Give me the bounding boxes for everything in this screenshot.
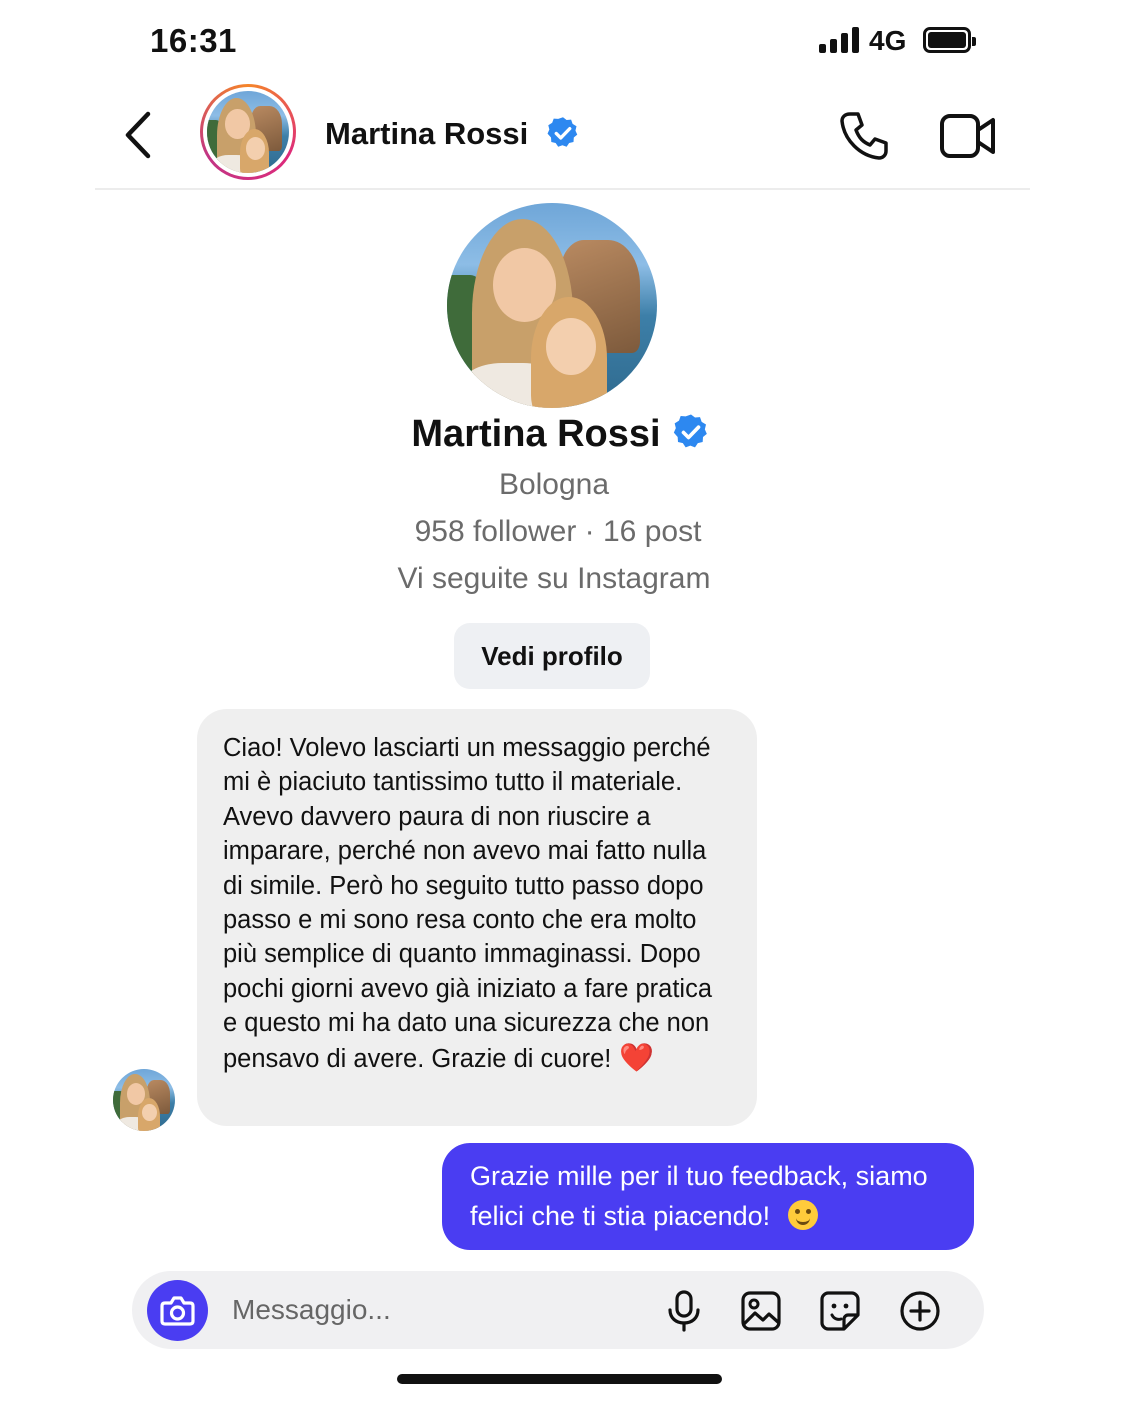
message-text: Grazie mille per il tuo feedback, siamo … bbox=[470, 1161, 928, 1231]
network-label: 4G bbox=[869, 25, 907, 56]
battery-icon bbox=[923, 27, 976, 53]
incoming-message[interactable]: Ciao! Volevo lasciarti un messaggio perc… bbox=[197, 709, 757, 1126]
profile-city: Bologna bbox=[498, 468, 610, 501]
verified-badge-icon bbox=[547, 117, 578, 147]
avatar-photo bbox=[447, 203, 657, 408]
heart-emoji: ❤️ bbox=[619, 1041, 655, 1073]
header-name[interactable]: Martina Rossi bbox=[325, 116, 528, 152]
header-divider bbox=[95, 188, 1030, 190]
home-indicator[interactable] bbox=[397, 1374, 722, 1384]
status-bar: 16:31 4G bbox=[0, 0, 1122, 80]
profile-stats: 958 follower · 16 post bbox=[414, 515, 702, 548]
avatar-photo bbox=[207, 91, 289, 173]
profile-name-row: Martina Rossi bbox=[0, 413, 1122, 456]
video-call-icon[interactable] bbox=[938, 110, 998, 162]
profile-mutual-follow: Vi seguite su Instagram bbox=[397, 562, 711, 595]
verified-badge-icon bbox=[673, 414, 707, 448]
message-text: Ciao! Volevo lasciarti un messaggio perc… bbox=[223, 734, 713, 1073]
microphone-icon[interactable] bbox=[662, 1289, 706, 1333]
phone-icon[interactable] bbox=[836, 108, 892, 164]
sticker-icon[interactable] bbox=[818, 1289, 862, 1333]
camera-icon bbox=[160, 1296, 195, 1326]
back-icon[interactable] bbox=[118, 110, 158, 160]
message-composer bbox=[132, 1271, 984, 1349]
smiley-emoji-icon bbox=[788, 1200, 819, 1230]
message-input[interactable] bbox=[232, 1285, 642, 1335]
camera-button[interactable] bbox=[147, 1280, 208, 1341]
add-icon[interactable] bbox=[898, 1289, 942, 1333]
header-avatar[interactable] bbox=[200, 84, 296, 180]
view-profile-button[interactable]: Vedi profilo bbox=[454, 623, 650, 689]
avatar-photo bbox=[113, 1069, 175, 1131]
status-time: 16:31 bbox=[150, 22, 237, 59]
profile-avatar[interactable] bbox=[447, 203, 657, 408]
outgoing-message[interactable]: Grazie mille per il tuo feedback, siamo … bbox=[442, 1143, 974, 1250]
gallery-icon[interactable] bbox=[739, 1289, 783, 1333]
signal-icon bbox=[819, 27, 861, 53]
profile-name: Martina Rossi bbox=[411, 413, 661, 455]
chat-header: Martina Rossi bbox=[0, 80, 1122, 190]
sender-avatar[interactable] bbox=[113, 1069, 175, 1131]
